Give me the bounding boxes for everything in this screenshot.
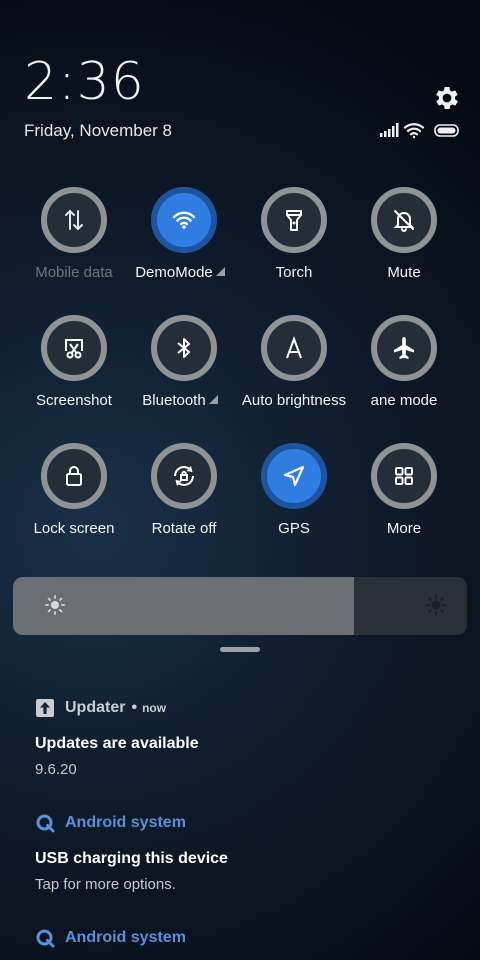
tile-toggle-button[interactable] bbox=[41, 315, 107, 381]
tile-label: Bluetooth bbox=[115, 392, 245, 409]
signal-icon bbox=[380, 123, 399, 137]
wifi-icon bbox=[403, 123, 425, 139]
tile-toggle-button[interactable] bbox=[371, 443, 437, 509]
notification-text[interactable]: 9.6.20 bbox=[35, 761, 77, 778]
tile-label: ane mode bbox=[370, 392, 438, 409]
tile-toggle-button[interactable] bbox=[371, 187, 437, 253]
tile-toggle-button[interactable] bbox=[41, 187, 107, 253]
notification-title[interactable]: USB charging this device bbox=[35, 850, 228, 868]
bluetooth-icon bbox=[177, 338, 190, 358]
notification-header-updater[interactable]: Updater • now bbox=[35, 698, 166, 718]
tile-screenshot[interactable]: Screenshot bbox=[19, 315, 129, 425]
tile-gps[interactable]: GPS bbox=[239, 443, 349, 553]
tile-toggle-button[interactable] bbox=[41, 443, 107, 509]
tile-toggle-button[interactable] bbox=[151, 315, 217, 381]
auto-brightness-icon bbox=[286, 336, 302, 359]
expand-arrow-icon bbox=[215, 267, 225, 276]
tile-auto-brightness[interactable]: Auto brightness bbox=[239, 315, 349, 425]
tile-mobile-data[interactable]: Mobile data bbox=[19, 187, 129, 297]
tile-more[interactable]: More bbox=[349, 443, 459, 553]
brightness-low-icon bbox=[45, 595, 65, 615]
updater-icon bbox=[36, 699, 54, 717]
tile-toggle-button[interactable] bbox=[151, 187, 217, 253]
battery-icon bbox=[434, 124, 459, 137]
tile-torch[interactable]: Torch bbox=[239, 187, 349, 297]
status-icons bbox=[380, 123, 459, 139]
clock[interactable]: 2:36 bbox=[24, 52, 145, 112]
tile-toggle-button[interactable] bbox=[261, 315, 327, 381]
wifi-icon bbox=[172, 211, 196, 229]
tile-label: More bbox=[386, 520, 422, 537]
notification-title[interactable]: Updates are available bbox=[35, 735, 199, 753]
brightness-slider[interactable] bbox=[13, 577, 467, 635]
gear-icon[interactable] bbox=[432, 83, 462, 113]
tile-toggle-button[interactable] bbox=[261, 187, 327, 253]
tile-lock-screen[interactable]: Lock screen bbox=[19, 443, 129, 553]
notification-app-name: Android system bbox=[65, 814, 186, 831]
location-arrow-icon bbox=[283, 465, 305, 487]
tile-label: Mute bbox=[387, 264, 421, 281]
brightness-high-icon bbox=[425, 594, 447, 616]
lock-icon bbox=[66, 466, 82, 486]
tile-toggle-button[interactable] bbox=[371, 315, 437, 381]
date-label[interactable]: Friday, November 8 bbox=[24, 121, 172, 141]
tile-rotate-off[interactable]: Rotate off bbox=[129, 443, 239, 553]
tile-ane-mode[interactable]: ane mode bbox=[349, 315, 459, 425]
notification-header-android[interactable]: Android system bbox=[35, 928, 186, 948]
rotate-lock-icon bbox=[174, 466, 194, 486]
notification-app-name: Android system bbox=[65, 929, 186, 946]
tile-mute[interactable]: Mute bbox=[349, 187, 459, 297]
separator-dot: • bbox=[131, 699, 138, 716]
tile-label: DemoMode bbox=[115, 264, 245, 281]
screenshot-icon bbox=[65, 339, 83, 359]
tile-toggle-button[interactable] bbox=[151, 443, 217, 509]
drag-handle[interactable] bbox=[220, 647, 260, 652]
expand-arrow-icon bbox=[208, 395, 218, 404]
android-system-icon bbox=[36, 929, 55, 948]
notification-app-name: Updater bbox=[65, 699, 126, 716]
notification-header-android[interactable]: Android system bbox=[35, 813, 186, 833]
notification-text[interactable]: Tap for more options. bbox=[35, 876, 176, 893]
android-system-icon bbox=[36, 814, 55, 833]
tile-bluetooth[interactable]: Bluetooth bbox=[129, 315, 239, 425]
tile-toggle-button[interactable] bbox=[261, 443, 327, 509]
torch-icon bbox=[286, 210, 302, 231]
mobile-data-icon bbox=[65, 209, 83, 231]
bell-off-icon bbox=[393, 210, 415, 232]
airplane-icon bbox=[394, 337, 414, 359]
grid-icon bbox=[395, 467, 413, 485]
tile-demomode[interactable]: DemoMode bbox=[129, 187, 239, 297]
notification-time: now bbox=[142, 701, 167, 715]
